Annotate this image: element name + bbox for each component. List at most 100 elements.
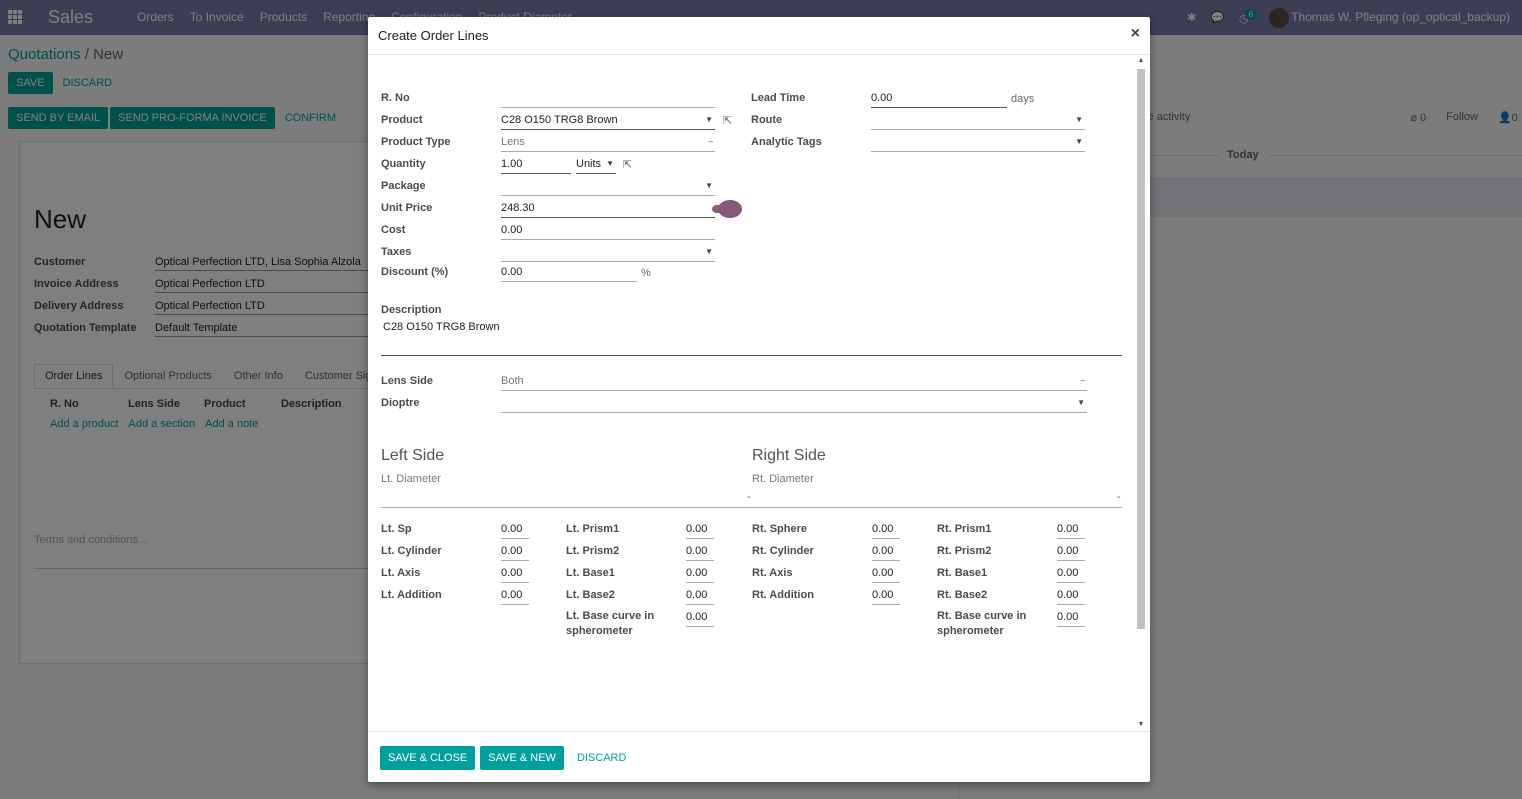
lead-time-unit: days <box>1011 93 1035 105</box>
lt-cylinder-field[interactable]: 0.00 <box>501 545 529 561</box>
description-label: Description <box>381 304 442 316</box>
diameter-divider <box>381 507 1122 508</box>
description-field[interactable]: C28 O150 TRG8 Brown <box>381 321 1122 356</box>
rt-diameter-label: Rt. Diameter <box>752 473 814 485</box>
lt-prism1-label: Lt. Prism1 <box>566 523 620 535</box>
analytic-tags-field[interactable]: ▼ <box>871 136 1085 152</box>
lt-prism1-field[interactable]: 0.00 <box>686 523 714 539</box>
unit-price-label: Unit Price <box>381 202 433 214</box>
lead-time-field[interactable]: 0.00 <box>871 92 1007 108</box>
product-label: Product <box>381 114 423 126</box>
dialog-footer: SAVE & CLOSE SAVE & NEW DISCARD <box>368 731 1150 782</box>
rt-base1-field[interactable]: 0.00 <box>1057 567 1085 583</box>
lt-prism2-field[interactable]: 0.00 <box>686 545 714 561</box>
uom-field[interactable]: Units ▼ <box>576 158 616 174</box>
scroll-thumb[interactable] <box>1137 69 1145 629</box>
chevron-down-icon[interactable]: – <box>1081 376 1085 385</box>
taxes-label: Taxes <box>381 246 412 258</box>
save-new-button[interactable]: SAVE & NEW <box>480 746 564 770</box>
quantity-label: Quantity <box>381 158 426 170</box>
product-type-field[interactable]: Lens – <box>501 136 715 152</box>
create-order-lines-dialog: Create Order Lines × ▲ ▼ R. No Product C… <box>368 17 1150 782</box>
taxes-field[interactable]: ▼ <box>501 246 715 262</box>
dialog-header: Create Order Lines × <box>368 17 1150 55</box>
rt-addition-field[interactable]: 0.00 <box>872 589 900 605</box>
lt-base-curve-label: Lt. Base curve in spherometer <box>566 610 655 637</box>
rt-base-curve-field[interactable]: 0.00 <box>1057 611 1085 627</box>
lt-diameter-label: Lt. Diameter <box>381 473 441 485</box>
chevron-down-icon[interactable]: ▼ <box>1077 398 1085 407</box>
chevron-down-icon[interactable]: ▼ <box>705 247 713 256</box>
package-field[interactable]: ▼ <box>501 180 715 196</box>
dioptre-label: Dioptre <box>381 397 420 409</box>
chevron-down-icon[interactable]: ▼ <box>705 181 713 190</box>
external-link-icon[interactable]: ⇱ <box>723 114 732 127</box>
chevron-down-icon[interactable]: ▼ <box>606 159 614 168</box>
rt-prism1-field[interactable]: 0.00 <box>1057 523 1085 539</box>
route-field[interactable]: ▼ <box>871 114 1085 130</box>
rno-field[interactable] <box>501 92 715 108</box>
close-icon[interactable]: × <box>1131 25 1140 43</box>
left-side-title: Left Side <box>381 447 445 464</box>
rt-axis-field[interactable]: 0.00 <box>872 567 900 583</box>
lens-side-label: Lens Side <box>381 375 433 387</box>
scroll-down-icon[interactable]: ▼ <box>1136 721 1146 729</box>
quantity-field[interactable]: 1.00 <box>501 158 571 174</box>
chevron-down-icon[interactable]: ▼ <box>1075 115 1083 124</box>
discard-dialog-button[interactable]: DISCARD <box>569 746 635 770</box>
rt-base2-label: Rt. Base2 <box>937 589 988 601</box>
lt-diameter-field[interactable]: - <box>747 491 751 503</box>
lt-prism2-label: Lt. Prism2 <box>566 545 620 557</box>
dioptre-field[interactable]: ▼ <box>501 397 1087 413</box>
lens-side-value: Both <box>501 375 524 387</box>
cost-field[interactable]: 0.00 <box>501 224 715 240</box>
lt-base2-field[interactable]: 0.00 <box>686 589 714 605</box>
dialog-title: Create Order Lines <box>378 28 489 43</box>
chevron-down-icon[interactable]: ▼ <box>705 115 713 124</box>
lt-base2-label: Lt. Base2 <box>566 589 615 601</box>
rt-diameter-field[interactable]: - <box>1117 491 1121 503</box>
discount-label: Discount (%) <box>381 266 449 278</box>
rt-base2-field[interactable]: 0.00 <box>1057 589 1085 605</box>
lt-sp-label: Lt. Sp <box>381 523 412 535</box>
lead-time-label: Lead Time <box>751 92 806 104</box>
product-field[interactable]: C28 O150 TRG8 Brown ▼ <box>501 114 715 130</box>
lt-cylinder-label: Lt. Cylinder <box>381 545 442 557</box>
lt-sp-field[interactable]: 0.00 <box>501 523 529 539</box>
lt-base1-field[interactable]: 0.00 <box>686 567 714 583</box>
package-label: Package <box>381 180 426 192</box>
rt-sphere-field[interactable]: 0.00 <box>872 523 900 539</box>
external-link-icon[interactable]: ⇱ <box>623 158 632 171</box>
product-type-value: Lens <box>501 136 525 148</box>
chevron-down-icon[interactable]: – <box>709 137 713 146</box>
save-close-button[interactable]: SAVE & CLOSE <box>380 746 476 770</box>
product-type-label: Product Type <box>381 136 451 148</box>
rno-label: R. No <box>381 92 410 104</box>
rt-prism2-field[interactable]: 0.00 <box>1057 545 1085 561</box>
uom-value: Units <box>576 158 602 170</box>
chevron-down-icon[interactable]: ▼ <box>1075 137 1083 146</box>
route-label: Route <box>751 114 783 126</box>
cursor-pointer-icon <box>712 200 742 218</box>
dialog-scrollbar[interactable]: ▲ ▼ <box>1136 57 1146 729</box>
analytic-tags-label: Analytic Tags <box>751 136 822 148</box>
lt-addition-label: Lt. Addition <box>381 589 442 601</box>
rt-base1-label: Rt. Base1 <box>937 567 988 579</box>
discount-field[interactable]: 0.00 <box>501 266 637 282</box>
rt-sphere-label: Rt. Sphere <box>752 523 808 535</box>
scroll-up-icon[interactable]: ▲ <box>1136 57 1146 65</box>
rt-base-curve-label: Rt. Base curve in spherometer <box>937 610 1027 637</box>
discount-unit: % <box>641 267 651 279</box>
right-side-title: Right Side <box>752 447 826 464</box>
rt-prism2-label: Rt. Prism2 <box>937 545 992 557</box>
lt-axis-label: Lt. Axis <box>381 567 421 579</box>
lens-side-field[interactable]: Both – <box>501 375 1087 391</box>
rt-cylinder-field[interactable]: 0.00 <box>872 545 900 561</box>
unit-price-field[interactable]: 248.30 <box>501 202 715 218</box>
lt-addition-field[interactable]: 0.00 <box>501 589 529 605</box>
lt-axis-field[interactable]: 0.00 <box>501 567 529 583</box>
rt-cylinder-label: Rt. Cylinder <box>752 545 814 557</box>
rt-addition-label: Rt. Addition <box>752 589 814 601</box>
lt-base-curve-field[interactable]: 0.00 <box>686 611 714 627</box>
product-value: C28 O150 TRG8 Brown <box>501 114 618 126</box>
